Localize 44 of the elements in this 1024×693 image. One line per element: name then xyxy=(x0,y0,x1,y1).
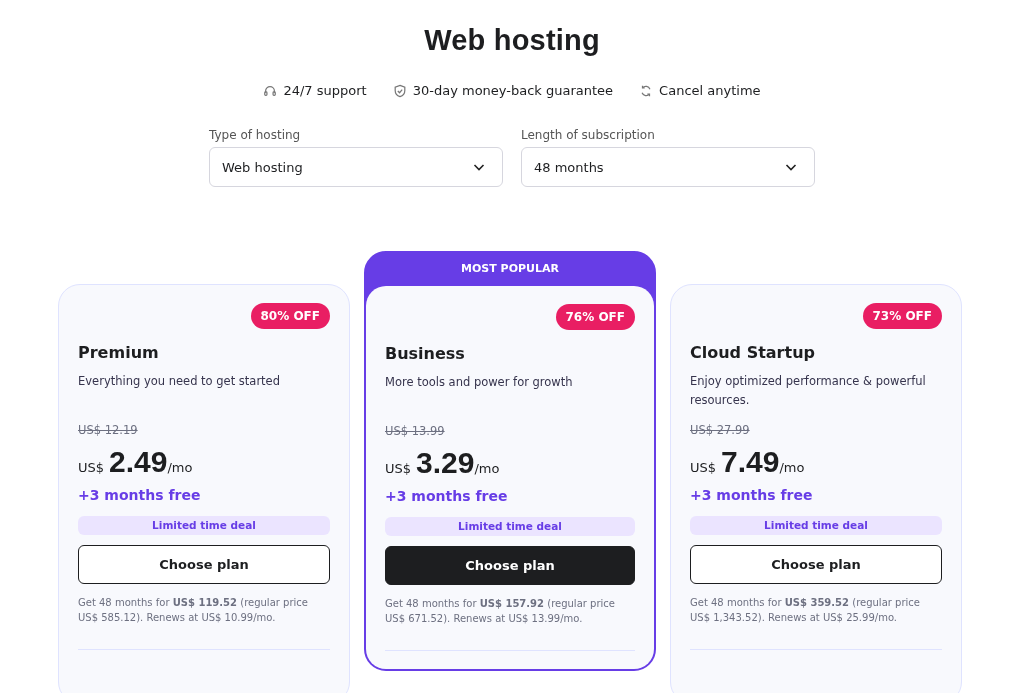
field-label: Type of hosting xyxy=(209,128,302,142)
price-note: Get 48 months for US$ 359.52 (regular price US$ 1,343.52). Renews at US$ 25.99/mo. xyxy=(690,596,921,625)
plan-name: Premium xyxy=(78,343,160,362)
price: 3.29 xyxy=(416,446,475,480)
currency: US$ xyxy=(78,460,105,475)
discount-badge: 80% OFF xyxy=(250,303,330,329)
period: /mo xyxy=(779,460,805,475)
choose-plan-button[interactable]: Choose plan xyxy=(690,545,942,584)
currency: US$ xyxy=(385,461,412,476)
plan-description: More tools and power for growth xyxy=(385,374,574,391)
old-price: US$ 27.99 xyxy=(690,423,751,437)
deal-tag: Limited time deal xyxy=(690,516,942,535)
dropdown[interactable]: 48 months xyxy=(521,147,815,187)
ribbon-label: MOST POPULAR xyxy=(460,261,560,277)
price: 7.49 xyxy=(721,445,780,479)
old-price: US$ 13.99 xyxy=(385,424,446,438)
plan-description: Enjoy optimized performance & powerful resources. xyxy=(690,373,927,409)
plan-name: Business xyxy=(385,344,466,363)
discount-badge: 73% OFF xyxy=(862,303,942,329)
feature-label: Cancel anytime xyxy=(659,83,761,98)
period: /mo xyxy=(474,461,500,476)
choose-plan-button[interactable]: Choose plan xyxy=(385,546,635,585)
bonus-text: +3 months free xyxy=(690,487,814,503)
period: /mo xyxy=(167,460,193,475)
discount-badge: 76% OFF xyxy=(555,304,635,330)
feature-label: 30-day money-back guarantee xyxy=(412,83,614,98)
field-label: Length of subscription xyxy=(521,128,656,142)
choose-plan-button[interactable]: Choose plan xyxy=(78,545,330,584)
price: 2.49 xyxy=(109,445,168,479)
price-note: Get 48 months for US$ 119.52 (regular price US$ 585.12). Renews at US$ 10.99/mo. xyxy=(78,596,309,625)
deal-tag: Limited time deal xyxy=(78,516,330,535)
headset-icon xyxy=(263,83,278,98)
page-title: Web hosting xyxy=(423,24,601,57)
bonus-text: +3 months free xyxy=(78,487,202,503)
old-price: US$ 12.19 xyxy=(78,423,139,437)
dropdown[interactable]: Web hosting xyxy=(209,147,503,187)
bonus-text: +3 months free xyxy=(385,488,509,504)
currency: US$ xyxy=(690,460,717,475)
price-note: Get 48 months for US$ 157.92 (regular price US$ 671.52). Renews at US$ 13.99/mo. xyxy=(385,597,616,626)
shield-check-icon xyxy=(392,83,407,98)
plan-description: Everything you need to get started xyxy=(78,373,281,390)
plan-name: Cloud Startup xyxy=(690,343,816,362)
deal-tag: Limited time deal xyxy=(385,517,635,536)
feature-label: 24/7 support xyxy=(283,83,367,98)
